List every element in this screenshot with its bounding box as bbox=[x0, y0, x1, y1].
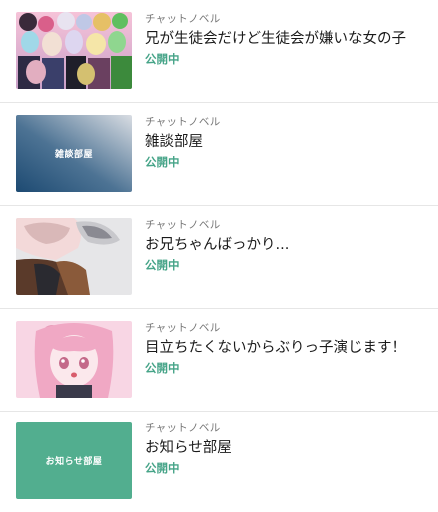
item-status: 公開中 bbox=[145, 361, 180, 375]
thumbnail-image bbox=[16, 218, 132, 295]
item-status: 公開中 bbox=[145, 461, 180, 475]
thumbnail-image: お知らせ部屋 bbox=[16, 422, 132, 499]
story-list: チャットノベル 兄が生徒会だけど生徒会が嫌いな女の子 公開中 雑談部屋 チャット… bbox=[0, 0, 438, 512]
thumbnail-label: お知らせ部屋 bbox=[45, 457, 103, 467]
item-text: チャットノベル 目立ちたくないからぶりっ子演じます！ 公開中 bbox=[145, 322, 428, 376]
item-category: チャットノベル bbox=[145, 13, 221, 25]
item-text: チャットノベル 兄が生徒会だけど生徒会が嫌いな女の子 公開中 bbox=[145, 13, 428, 67]
item-category: チャットノベル bbox=[145, 116, 221, 128]
thumbnail-image bbox=[16, 12, 132, 89]
thumbnail-image bbox=[16, 321, 132, 398]
item-title[interactable]: 雑談部屋 bbox=[145, 132, 428, 152]
item-category: チャットノベル bbox=[145, 422, 221, 434]
item-text: チャットノベル 雑談部屋 公開中 bbox=[145, 116, 428, 170]
thumbnail-image: 雑談部屋 bbox=[16, 115, 132, 192]
item-category: チャットノベル bbox=[145, 219, 221, 231]
item-text: チャットノベル お兄ちゃんばっかり... 公開中 bbox=[145, 219, 428, 273]
item-title[interactable]: 兄が生徒会だけど生徒会が嫌いな女の子 bbox=[145, 29, 428, 49]
item-status: 公開中 bbox=[145, 258, 180, 272]
item-title[interactable]: 目立ちたくないからぶりっ子演じます！ bbox=[145, 338, 428, 358]
item-category: チャットノベル bbox=[145, 322, 221, 334]
item-text: チャットノベル お知らせ部屋 公開中 bbox=[145, 422, 428, 476]
thumbnail-label: 雑談部屋 bbox=[54, 150, 93, 160]
item-title[interactable]: お兄ちゃんばっかり... bbox=[145, 235, 428, 255]
list-item[interactable]: 雑談部屋 チャットノベル 雑談部屋 公開中 bbox=[0, 103, 438, 206]
list-item[interactable]: チャットノベル 目立ちたくないからぶりっ子演じます！ 公開中 bbox=[0, 309, 438, 412]
item-status: 公開中 bbox=[145, 52, 180, 66]
item-status: 公開中 bbox=[145, 155, 180, 169]
list-item[interactable]: チャットノベル お兄ちゃんばっかり... 公開中 bbox=[0, 206, 438, 309]
list-item[interactable]: お知らせ部屋 チャットノベル お知らせ部屋 公開中 bbox=[0, 412, 438, 512]
list-item[interactable]: チャットノベル 兄が生徒会だけど生徒会が嫌いな女の子 公開中 bbox=[0, 0, 438, 103]
item-title[interactable]: お知らせ部屋 bbox=[145, 438, 428, 458]
